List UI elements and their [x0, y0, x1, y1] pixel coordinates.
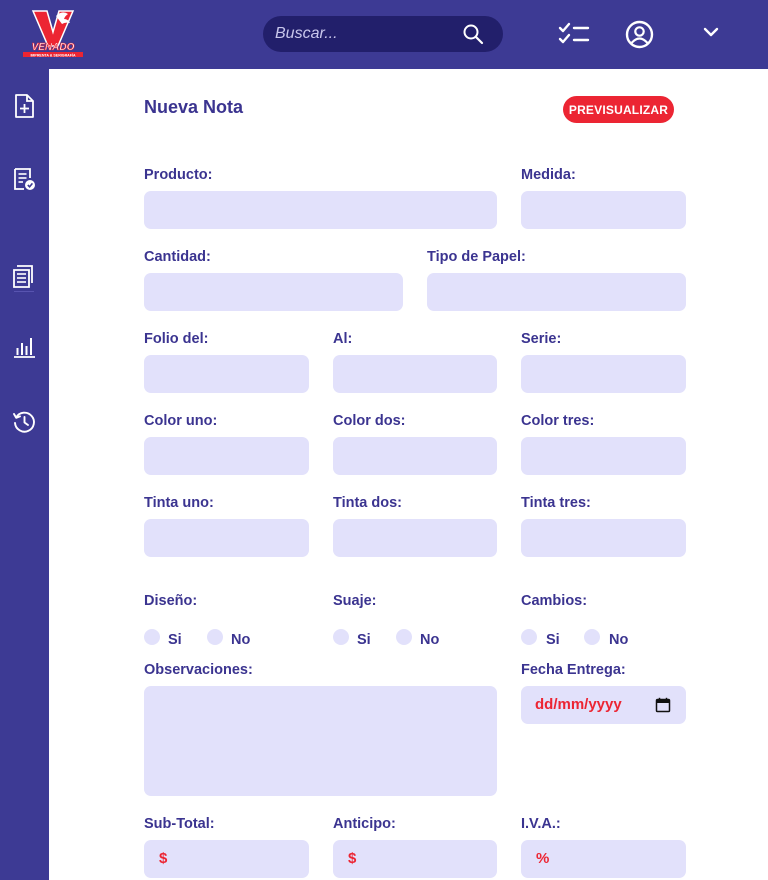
medida-field[interactable]: [521, 191, 686, 229]
observaciones-label: Observaciones:: [144, 662, 253, 678]
serie-field[interactable]: [521, 355, 686, 393]
medida-label: Medida:: [521, 167, 576, 183]
checklist-icon[interactable]: [558, 22, 590, 46]
search-input[interactable]: [275, 16, 455, 52]
bar-chart-icon[interactable]: [11, 334, 37, 360]
tinta-uno-label: Tinta uno:: [144, 495, 214, 511]
iva-label: I.V.A.:: [521, 816, 561, 832]
tipo-papel-label: Tipo de Papel:: [427, 249, 526, 265]
sub-total-field[interactable]: [144, 840, 309, 878]
iva-percent: %: [536, 850, 550, 867]
tinta-tres-label: Tinta tres:: [521, 495, 591, 511]
cambios-si-label[interactable]: Si: [546, 632, 560, 648]
logo-subtitle: IMPRENTA & SERIGRAFÍA: [30, 52, 76, 57]
color-tres-field[interactable]: [521, 437, 686, 475]
color-uno-field[interactable]: [144, 437, 309, 475]
fecha-entrega-field[interactable]: dd/mm/yyyy: [521, 686, 686, 724]
preview-button[interactable]: PREVISUALIZAR: [563, 96, 674, 123]
diseno-no-radio[interactable]: [207, 629, 223, 645]
page-title: Nueva Nota: [144, 97, 244, 117]
producto-field[interactable]: [144, 191, 497, 229]
folio-del-field[interactable]: [144, 355, 309, 393]
tipo-papel-field[interactable]: [427, 273, 686, 311]
al-label: Al:: [333, 331, 353, 347]
calendar-icon[interactable]: [655, 697, 671, 713]
diseno-label: Diseño:: [144, 593, 198, 609]
suaje-label: Suaje:: [333, 593, 377, 609]
suaje-no-radio[interactable]: [396, 629, 412, 645]
search-icon[interactable]: [462, 23, 484, 45]
new-document-icon[interactable]: [11, 93, 37, 119]
color-tres-label: Color tres:: [521, 413, 595, 429]
notes-list-icon[interactable]: [11, 263, 37, 289]
top-bar: VENADO IMPRENTA & SERIGRAFÍA: [0, 0, 768, 69]
anticipo-currency: $: [348, 850, 357, 867]
serie-label: Serie:: [521, 331, 562, 347]
tinta-dos-field[interactable]: [333, 519, 497, 557]
cambios-si-radio[interactable]: [521, 629, 537, 645]
anticipo-field[interactable]: [333, 840, 497, 878]
fecha-entrega-placeholder: dd/mm/yyyy: [535, 696, 622, 713]
suaje-no-label[interactable]: No: [420, 632, 439, 648]
logo-text: VENADO: [32, 42, 75, 53]
diseno-no-label[interactable]: No: [231, 632, 250, 648]
cambios-no-label[interactable]: No: [609, 632, 628, 648]
cantidad-field[interactable]: [144, 273, 403, 311]
observaciones-field[interactable]: [144, 686, 497, 796]
sidebar: [0, 69, 49, 880]
diseno-si-label[interactable]: Si: [168, 632, 182, 648]
folio-del-label: Folio del:: [144, 331, 209, 347]
producto-label: Producto:: [144, 167, 213, 183]
tinta-dos-label: Tinta dos:: [333, 495, 403, 511]
tinta-tres-field[interactable]: [521, 519, 686, 557]
venado-logo[interactable]: VENADO IMPRENTA & SERIGRAFÍA: [20, 8, 86, 58]
history-icon[interactable]: [11, 409, 37, 435]
cambios-no-radio[interactable]: [584, 629, 600, 645]
chevron-down-icon[interactable]: [703, 26, 719, 38]
al-field[interactable]: [333, 355, 497, 393]
color-dos-field[interactable]: [333, 437, 497, 475]
sidebar-divider: [14, 291, 34, 292]
suaje-si-radio[interactable]: [333, 629, 349, 645]
color-uno-label: Color uno:: [144, 413, 218, 429]
anticipo-label: Anticipo:: [333, 816, 396, 832]
suaje-si-label[interactable]: Si: [357, 632, 371, 648]
user-account-icon[interactable]: [625, 20, 654, 49]
diseno-si-radio[interactable]: [144, 629, 160, 645]
cambios-label: Cambios:: [521, 593, 588, 609]
sub-total-currency: $: [159, 850, 168, 867]
cantidad-label: Cantidad:: [144, 249, 211, 265]
fecha-entrega-label: Fecha Entrega:: [521, 662, 626, 678]
document-check-icon[interactable]: [11, 166, 37, 192]
tinta-uno-field[interactable]: [144, 519, 309, 557]
color-dos-label: Color dos:: [333, 413, 406, 429]
sub-total-label: Sub-Total:: [144, 816, 215, 832]
